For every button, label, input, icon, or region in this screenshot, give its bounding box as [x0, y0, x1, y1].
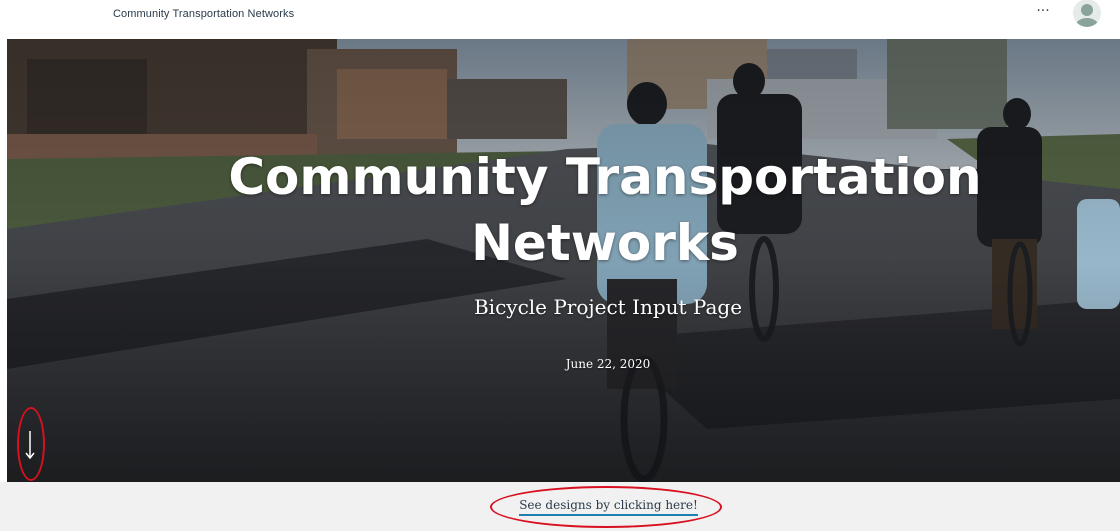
user-avatar-icon	[1073, 0, 1101, 27]
hero-date: June 22, 2020	[565, 357, 651, 371]
scroll-down-button[interactable]	[17, 427, 43, 465]
see-designs-link-text: See designs by clicking here!	[519, 498, 698, 516]
hero-banner: Community Transportation Networks Bicycl…	[7, 39, 1120, 482]
hero-subtitle: Bicycle Project Input Page	[473, 295, 743, 319]
user-avatar-button[interactable]	[1071, 0, 1103, 28]
arrow-down-icon	[25, 431, 35, 460]
footer-strip: See designs by clicking here!	[0, 482, 1120, 531]
more-horizontal-icon: ···	[1036, 3, 1050, 19]
site-title[interactable]: Community Transportation Networks	[113, 8, 294, 20]
hero-title-text: Community Transportation Networks	[228, 148, 982, 272]
see-designs-link[interactable]: See designs by clicking here!	[0, 498, 1120, 516]
top-bar: Community Transportation Networks ···	[0, 0, 1120, 39]
hero-title: Community Transportation Networks	[7, 144, 1120, 276]
more-options-button[interactable]: ···	[1030, 2, 1056, 24]
